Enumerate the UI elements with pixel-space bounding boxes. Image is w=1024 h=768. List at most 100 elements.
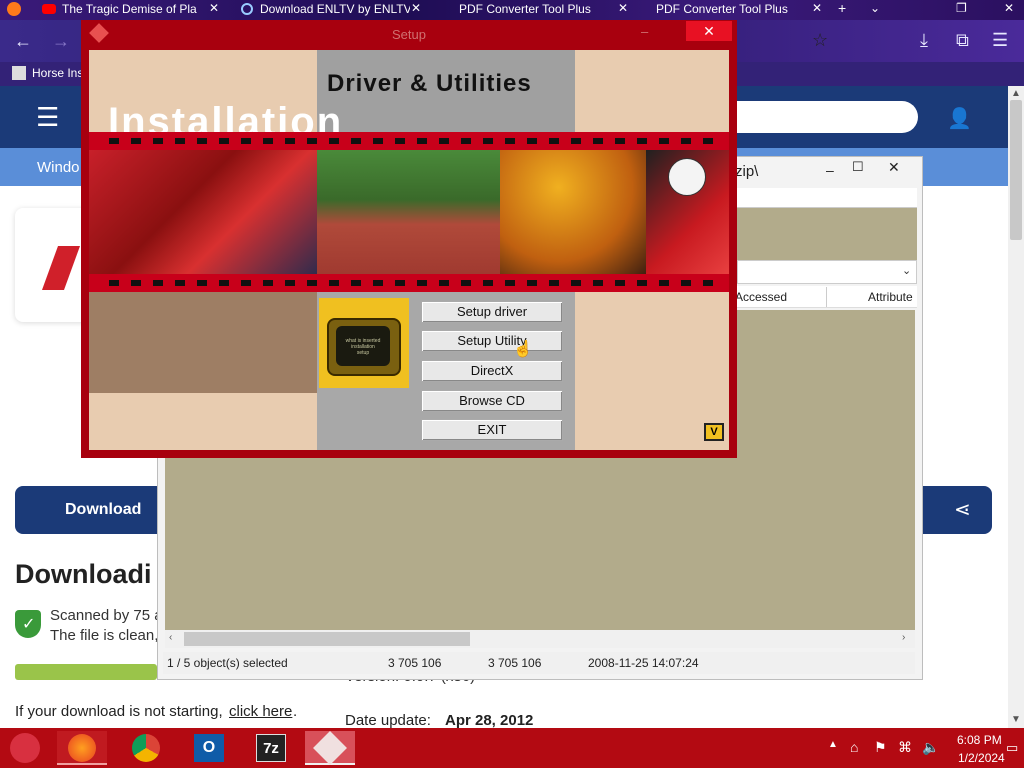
setup-utility-button[interactable]: Setup Utility (421, 330, 563, 352)
not-starting-text: If your download is not starting, (15, 703, 223, 720)
check-icon: ✓ (22, 616, 36, 633)
close-window-icon[interactable]: ✕ (1004, 1, 1014, 15)
new-tab-icon[interactable]: + (838, 0, 846, 16)
setup-driver-button[interactable]: Setup driver (421, 301, 563, 323)
tab-2[interactable]: Download ENLTV by ENLTV (260, 0, 410, 20)
browse-cd-button[interactable]: Browse CD (421, 390, 563, 412)
film-sprocket-hole (153, 280, 163, 286)
volume-muted-icon[interactable]: 🔈 (922, 739, 939, 756)
tab-4[interactable]: PDF Converter Tool Plus (656, 0, 806, 20)
chevron-down-icon[interactable]: ⌄ (902, 264, 911, 277)
outlook-icon[interactable]: O (194, 734, 224, 762)
wifi-icon[interactable]: ⌘ (898, 739, 912, 756)
setup-close-button[interactable]: ✕ (686, 21, 732, 41)
film-sprocket-hole (395, 138, 405, 144)
share-icon: ⋖ (954, 499, 971, 521)
film-sprocket-hole (263, 280, 273, 286)
bookmark-favicon-icon (12, 66, 26, 80)
film-sprocket-hole (219, 138, 229, 144)
column-accessed[interactable]: Accessed (735, 290, 787, 304)
film-sprocket-hole (329, 138, 339, 144)
scroll-up-icon[interactable]: ▲ (1011, 88, 1021, 99)
period-text: . (293, 703, 298, 720)
status-packed: 3 705 106 (488, 656, 542, 670)
column-attribute[interactable]: Attribute (868, 290, 913, 304)
film-sprocket-hole (571, 280, 581, 286)
hamburger-menu-icon[interactable]: ☰ (36, 104, 59, 130)
scroll-left-icon[interactable]: ‹ (169, 632, 172, 643)
film-sprocket-hole (219, 280, 229, 286)
brown-panel (89, 292, 317, 393)
film-sprocket-hole (197, 280, 207, 286)
close-tab-icon[interactable]: ✕ (812, 1, 822, 15)
page-heading: Downloadi (15, 559, 152, 589)
downloads-icon[interactable]: ⤓ (920, 30, 928, 51)
forward-icon[interactable]: → (52, 31, 70, 52)
chrome-icon[interactable] (132, 734, 160, 762)
film-sprocket-hole (615, 138, 625, 144)
film-strip-top (89, 132, 729, 150)
film-sprocket-hole (307, 280, 317, 286)
clean-text: The file is clean, (50, 627, 159, 644)
film-sprocket-hole (439, 138, 449, 144)
click-here-link[interactable]: click here (229, 703, 292, 720)
menu-icon[interactable]: ☰ (992, 30, 1008, 51)
film-sprocket-hole (527, 280, 537, 286)
bookmark-item[interactable]: Horse Ins (32, 66, 83, 80)
film-sprocket-hole (175, 138, 185, 144)
horizontal-scroll-thumb[interactable] (184, 632, 470, 646)
exit-button[interactable]: EXIT (421, 419, 563, 441)
show-hidden-icons-icon[interactable]: ▲ (828, 739, 838, 750)
7zip-address-combo[interactable] (737, 260, 917, 284)
film-sprocket-hole (593, 280, 603, 286)
7zip-path: zip\ (735, 163, 759, 180)
tab-1[interactable]: The Tragic Demise of Pla (62, 0, 204, 20)
film-sprocket-hole (417, 280, 427, 286)
restore-window-icon[interactable]: ❐ (956, 1, 967, 15)
status-selected: 1 / 5 object(s) selected (167, 656, 288, 670)
close-icon[interactable]: ✕ (888, 159, 900, 176)
brand-logo-icon: V (704, 423, 724, 441)
film-strip-bottom (89, 274, 729, 292)
scroll-down-icon[interactable]: ▼ (1011, 714, 1021, 725)
column-divider[interactable] (826, 287, 827, 307)
page-scroll-thumb[interactable] (1010, 100, 1022, 240)
flag-icon[interactable]: ⚑ (874, 739, 887, 756)
extensions-icon[interactable]: ⧉ (956, 30, 969, 51)
firefox-icon (68, 734, 96, 762)
subnav-item[interactable]: Windo (37, 159, 80, 176)
film-sprocket-hole (241, 138, 251, 144)
minimize-icon[interactable]: – (826, 162, 834, 178)
film-sprocket-hole (483, 280, 493, 286)
7zip-toolbar (737, 188, 917, 208)
maximize-icon[interactable]: ☐ (852, 159, 864, 175)
notifications-icon[interactable]: ▭ (1006, 740, 1018, 756)
7zip-icon[interactable]: 7z (256, 734, 286, 762)
clock-time[interactable]: 6:08 PM (957, 733, 1002, 747)
film-sprocket-hole (351, 280, 361, 286)
close-tab-icon[interactable]: ✕ (411, 1, 421, 15)
directx-button[interactable]: DirectX (421, 360, 563, 382)
bookmark-star-icon[interactable]: ☆ (812, 30, 828, 51)
status-modified: 2008-11-25 14:07:24 (588, 656, 699, 670)
start-button-icon[interactable] (10, 733, 40, 763)
scanned-text: Scanned by 75 a (50, 607, 163, 624)
date-update-value: Apr 28, 2012 (445, 712, 534, 729)
user-account-icon[interactable]: 👤 (947, 106, 972, 131)
film-sprocket-hole (197, 138, 207, 144)
network-icon[interactable]: ⌂ (850, 739, 858, 755)
film-sprocket-hole (109, 280, 119, 286)
list-tabs-icon[interactable]: ⌄ (870, 1, 880, 15)
scroll-right-icon[interactable]: › (902, 632, 905, 643)
close-tab-icon[interactable]: ✕ (209, 1, 219, 15)
clock-date[interactable]: 1/2/2024 (958, 751, 1005, 765)
minimize-icon[interactable]: – (641, 24, 648, 39)
firefox-icon (7, 2, 21, 16)
close-tab-icon[interactable]: ✕ (618, 1, 628, 15)
film-sprocket-hole (285, 138, 295, 144)
film-sprocket-hole (659, 138, 669, 144)
tab-3[interactable]: PDF Converter Tool Plus (459, 0, 619, 20)
soccer-ball-icon (668, 158, 706, 196)
film-sprocket-hole (505, 280, 515, 286)
back-icon[interactable]: ← (14, 31, 32, 52)
